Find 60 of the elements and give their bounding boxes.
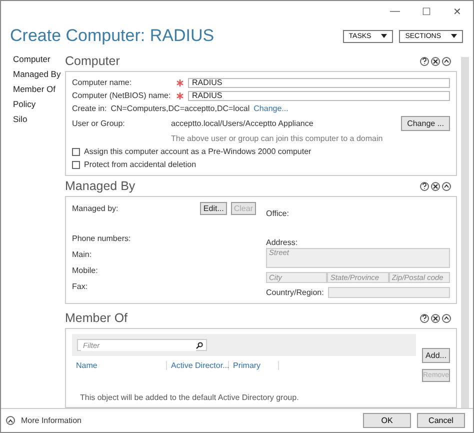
cancel-button[interactable]: Cancel: [417, 413, 465, 428]
sidebar-item[interactable]: Managed By: [13, 69, 65, 79]
field-value: CN=Computers,DC=acceptto,DC=local: [110, 104, 250, 113]
section-title: Managed By: [65, 179, 136, 193]
field-value: acceptto.local/Users/Acceptto Appliance: [171, 119, 314, 128]
field-label: Main:: [72, 250, 92, 258]
section-title: Member Of: [65, 311, 129, 325]
search-icon: [196, 342, 203, 348]
close-icon[interactable]: [431, 182, 440, 190]
checkbox[interactable]: [72, 148, 80, 156]
column-header[interactable]: Active Director...: [167, 361, 229, 370]
scrollbar[interactable]: [461, 57, 469, 408]
note-text: This object will be added to the default Active Directory group.: [79, 393, 300, 402]
input-field[interactable]: RADIUS: [188, 90, 450, 100]
close-button[interactable]: ✕: [453, 6, 461, 21]
field-label: Office:: [266, 209, 289, 218]
minimize-button[interactable]: —: [390, 6, 400, 21]
required-icon: [176, 92, 184, 100]
column-header[interactable]: Primary: [229, 361, 279, 370]
field-label: Computer (NetBIOS) name:: [72, 91, 172, 100]
close-icon[interactable]: [431, 56, 440, 66]
collapse-icon[interactable]: [442, 56, 451, 66]
field-label: Managed by:: [72, 204, 120, 213]
sidebar-item[interactable]: Policy: [13, 99, 65, 109]
hint-text: The above user or group can join this computer to a domain: [171, 134, 383, 143]
ok-button[interactable]: OK: [363, 413, 411, 428]
maximize-button[interactable]: ☐: [422, 6, 431, 21]
collapse-icon[interactable]: [442, 182, 451, 190]
caret-icon: [381, 34, 388, 38]
edit-button[interactable]: Edit...: [200, 202, 227, 215]
sidebar-item[interactable]: Member Of: [13, 84, 65, 94]
help-icon[interactable]: [420, 182, 429, 190]
field-label: Fax:: [72, 282, 88, 290]
field-label: Create in:: [72, 104, 107, 113]
checkbox[interactable]: [72, 160, 80, 168]
sidebar-item[interactable]: Computer: [13, 54, 65, 64]
change-button[interactable]: Change ...: [401, 116, 450, 131]
column-header[interactable]: Name: [72, 361, 167, 370]
checkbox-label: Assign this computer account as a Pre-Windows 2000 computer: [84, 147, 312, 156]
field-label: Phone numbers:: [72, 234, 131, 243]
more-information-label: More Information: [21, 416, 82, 425]
section-title: Computer: [65, 54, 121, 68]
help-icon[interactable]: [420, 314, 429, 322]
checkbox-label: Protect from accidental deletion: [84, 160, 196, 169]
field-label: Address:: [266, 238, 298, 247]
field-label: Country/Region:: [266, 288, 324, 297]
field-label: Computer name:: [72, 78, 133, 87]
field-label: User or Group:: [72, 119, 126, 128]
required-icon: [176, 78, 184, 86]
expand-icon[interactable]: [6, 416, 15, 425]
input-field[interactable]: RADIUS: [188, 78, 450, 88]
field-label: Mobile:: [72, 266, 98, 274]
sidebar-item[interactable]: Silo: [13, 114, 65, 124]
collapse-icon[interactable]: [442, 314, 451, 322]
caret-icon: [451, 34, 457, 38]
change-link[interactable]: Change...: [254, 104, 288, 113]
close-icon[interactable]: [431, 314, 440, 322]
help-icon[interactable]: [420, 56, 429, 66]
window-title: Create Computer: RADIUS: [10, 26, 216, 46]
add-button[interactable]: Add...: [422, 348, 450, 363]
